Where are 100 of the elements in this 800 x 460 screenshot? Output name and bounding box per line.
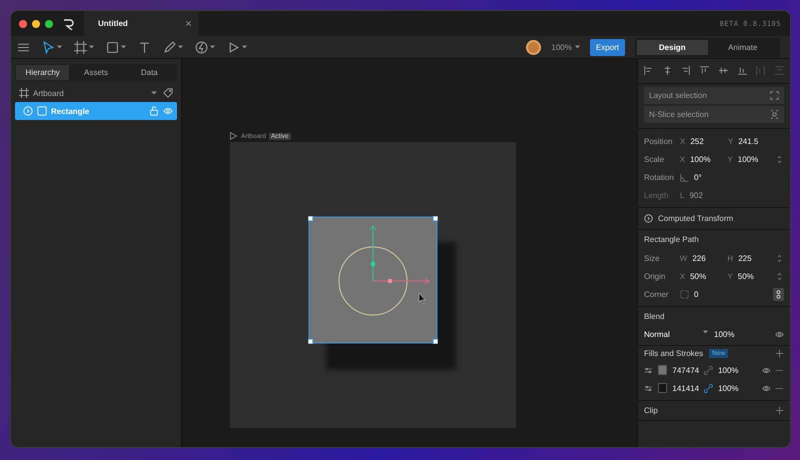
value-field: 902 bbox=[689, 190, 703, 200]
value-field[interactable]: 0 bbox=[694, 290, 698, 298]
opacity-field[interactable]: 100% bbox=[718, 366, 757, 374]
section-title: Fills and Strokes bbox=[644, 349, 704, 358]
field-label: Origin bbox=[644, 272, 666, 280]
axis-label: Y bbox=[727, 272, 733, 280]
eye-icon[interactable] bbox=[163, 106, 173, 116]
close-icon[interactable] bbox=[184, 19, 193, 28]
document-tab[interactable]: Untitled bbox=[84, 11, 199, 36]
value-field[interactable]: 0° bbox=[694, 172, 702, 182]
align-right-icon[interactable] bbox=[681, 66, 690, 75]
logo-icon bbox=[61, 18, 75, 30]
lock-icon[interactable] bbox=[149, 106, 159, 116]
pen-icon[interactable] bbox=[163, 40, 176, 54]
panel-tab[interactable]: Data bbox=[122, 65, 176, 80]
section-title: Rectangle Path bbox=[644, 235, 700, 244]
text-icon[interactable] bbox=[138, 40, 151, 54]
opacity-field[interactable]: 100% bbox=[714, 330, 734, 338]
align-bottom-icon[interactable] bbox=[738, 66, 747, 75]
align-center-icon[interactable] bbox=[662, 66, 672, 75]
field-label: Size bbox=[644, 254, 661, 262]
play-icon[interactable] bbox=[227, 40, 240, 54]
blend-mode-dropdown[interactable]: Normal bbox=[644, 330, 714, 338]
field-label: Scale bbox=[644, 154, 666, 164]
value-field[interactable]: 50% bbox=[690, 272, 706, 280]
stepper-icon[interactable] bbox=[775, 272, 784, 280]
angle-icon bbox=[680, 172, 689, 182]
value-field[interactable]: 225 bbox=[738, 254, 752, 262]
caret-icon[interactable] bbox=[121, 45, 126, 49]
caret-icon[interactable] bbox=[210, 45, 215, 49]
align-middle-icon[interactable] bbox=[718, 66, 728, 75]
hex-value[interactable]: 141414 bbox=[672, 384, 700, 392]
opacity-field[interactable]: 100% bbox=[718, 384, 757, 392]
axis-label: H bbox=[727, 254, 734, 262]
link-toggle[interactable] bbox=[773, 288, 784, 300]
color-swatch[interactable] bbox=[658, 383, 668, 393]
axis-label: W bbox=[680, 254, 688, 262]
eye-icon[interactable] bbox=[762, 366, 770, 374]
caret-icon[interactable] bbox=[242, 45, 247, 49]
value-field[interactable]: 226 bbox=[692, 254, 706, 262]
sliders-icon[interactable] bbox=[644, 384, 653, 392]
caret-icon[interactable] bbox=[574, 45, 580, 49]
color-swatch[interactable] bbox=[658, 365, 668, 375]
square-icon[interactable] bbox=[106, 40, 119, 54]
layer-name: Rectangle bbox=[51, 106, 90, 116]
layer-row[interactable]: Artboard bbox=[15, 84, 177, 102]
frame-icon[interactable] bbox=[74, 40, 87, 54]
eye-icon[interactable] bbox=[775, 330, 784, 338]
field-label: Length bbox=[644, 190, 670, 200]
panel-tab[interactable]: Hierarchy bbox=[16, 65, 70, 80]
field-label: Position bbox=[644, 136, 674, 146]
section-title: Blend bbox=[644, 312, 666, 321]
link-icon[interactable] bbox=[704, 366, 714, 374]
axis-label: X bbox=[680, 136, 686, 146]
panel-tab[interactable]: Assets bbox=[69, 65, 123, 80]
selection-button[interactable]: Layout selection bbox=[644, 87, 784, 104]
field-label: Rotation bbox=[644, 172, 675, 182]
frame-icon bbox=[19, 88, 29, 98]
caret-icon[interactable] bbox=[178, 45, 183, 49]
avatar[interactable] bbox=[526, 40, 542, 54]
value-field[interactable]: 100% bbox=[690, 154, 711, 164]
field-label: Corner bbox=[644, 290, 670, 298]
value-field[interactable]: 241.5 bbox=[738, 136, 758, 146]
hex-value[interactable]: 747474 bbox=[672, 366, 700, 374]
sliders-icon[interactable] bbox=[644, 366, 653, 374]
square-icon bbox=[37, 106, 47, 116]
eye-icon[interactable] bbox=[762, 384, 770, 392]
export-button[interactable]: Export bbox=[590, 38, 625, 56]
menu-icon[interactable] bbox=[17, 40, 30, 54]
selection-button[interactable]: N-Slice selection bbox=[644, 106, 784, 123]
caret-icon[interactable] bbox=[89, 45, 94, 49]
align-top-icon[interactable] bbox=[700, 66, 710, 75]
selection-label: Layout selection bbox=[649, 91, 707, 100]
expand-icon bbox=[770, 91, 779, 100]
mode-tab[interactable]: Animate bbox=[708, 40, 778, 54]
mode-tab[interactable]: Design bbox=[637, 40, 708, 54]
expand-icon[interactable] bbox=[644, 214, 653, 223]
tag-icon[interactable] bbox=[163, 88, 173, 98]
pointer-icon[interactable] bbox=[42, 40, 55, 54]
axis-label: Y bbox=[727, 154, 733, 164]
axis-label: L bbox=[680, 190, 684, 200]
caret-icon[interactable] bbox=[57, 45, 62, 49]
play-icon bbox=[228, 131, 238, 141]
slice-icon bbox=[770, 110, 779, 119]
value-field[interactable]: 100% bbox=[738, 154, 758, 164]
add-icon[interactable] bbox=[775, 349, 784, 358]
bolt-circle-icon[interactable] bbox=[195, 40, 208, 54]
add-icon[interactable] bbox=[775, 406, 784, 415]
align-left-icon[interactable] bbox=[644, 66, 653, 75]
zoom-level[interactable]: 100% bbox=[551, 42, 572, 52]
layer-name: Artboard bbox=[33, 88, 65, 98]
document-title: Untitled bbox=[98, 19, 128, 28]
value-field[interactable]: 50% bbox=[738, 272, 754, 280]
stepper-icon[interactable] bbox=[775, 154, 784, 164]
stepper-icon[interactable] bbox=[775, 254, 784, 262]
caret-icon bbox=[703, 330, 708, 334]
value-field[interactable]: 252 bbox=[690, 136, 704, 146]
blend-mode-label: Normal bbox=[644, 330, 670, 338]
link-icon[interactable] bbox=[704, 384, 714, 392]
section-title[interactable]: Computed Transform bbox=[658, 214, 734, 223]
